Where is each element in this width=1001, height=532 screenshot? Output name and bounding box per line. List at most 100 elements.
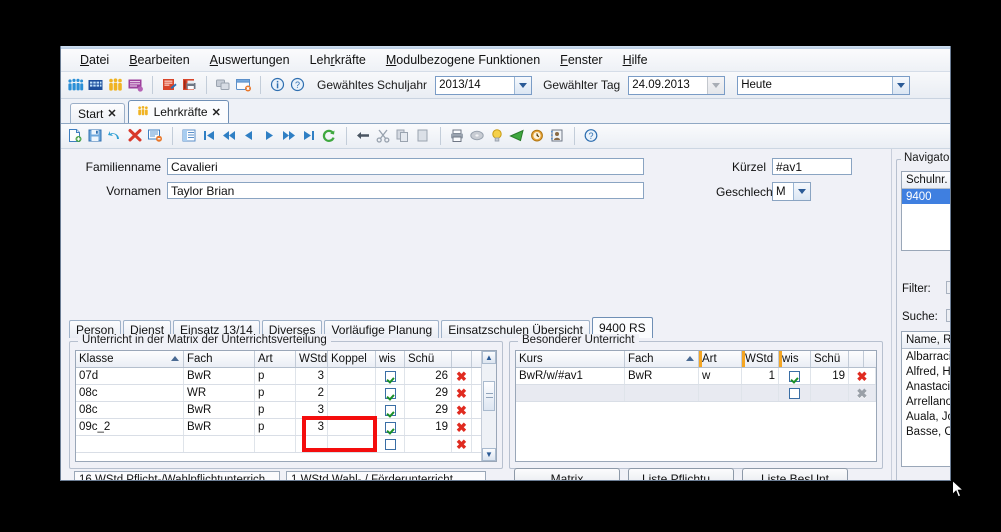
- cell-wis[interactable]: [376, 419, 405, 435]
- table-row[interactable]: 08c WR p 2 29 ✖: [76, 385, 496, 402]
- cut-icon[interactable]: [375, 128, 392, 144]
- menu-bearbeiten[interactable]: Bearbeiten: [120, 51, 198, 69]
- scroll-up-icon[interactable]: ▲: [482, 351, 496, 364]
- schulnr-row[interactable]: 9400: [902, 189, 950, 204]
- copy-icon[interactable]: [395, 128, 412, 144]
- menu-auswertungen[interactable]: Auswertungen: [201, 51, 299, 69]
- col-klasse[interactable]: Klasse: [76, 351, 184, 367]
- filter-checkbox[interactable]: [946, 281, 950, 294]
- nav-prev-icon[interactable]: [241, 128, 258, 144]
- delete-icon[interactable]: ✖: [456, 438, 467, 451]
- cell-wis[interactable]: [376, 402, 405, 418]
- hint-icon[interactable]: [489, 128, 506, 144]
- cell-delete[interactable]: ✖: [849, 385, 876, 401]
- save-icon[interactable]: [87, 128, 104, 144]
- chevron-down-icon[interactable]: [892, 76, 910, 94]
- checkbox-wis[interactable]: [789, 370, 800, 382]
- col-wstd[interactable]: WStd: [742, 351, 779, 367]
- list-item[interactable]: Basse, Carl: [902, 424, 950, 439]
- cell-delete[interactable]: ✖: [452, 436, 472, 452]
- familienname-input[interactable]: Cavalieri: [167, 158, 644, 175]
- checkbox-wis[interactable]: [384, 370, 396, 382]
- nav-prev-page-icon[interactable]: [221, 128, 238, 144]
- name-list[interactable]: Name, Rufn Albarracin, Alfred, Hes Anast…: [901, 331, 950, 467]
- checkbox-wis[interactable]: [789, 387, 800, 399]
- nav-first-icon[interactable]: [201, 128, 218, 144]
- suche-checkbox[interactable]: [946, 309, 950, 322]
- cell-delete[interactable]: ✖: [452, 368, 472, 384]
- scroll-down-icon[interactable]: ▼: [482, 448, 496, 461]
- col-schu[interactable]: Schü: [405, 351, 452, 367]
- list-item[interactable]: Auala, Jodi: [902, 409, 950, 424]
- tab-start[interactable]: Start ✕: [70, 103, 125, 123]
- nav-next-page-icon[interactable]: [281, 128, 298, 144]
- new-document-icon[interactable]: [67, 128, 84, 144]
- menu-hilfe[interactable]: Hilfe: [614, 51, 657, 69]
- col-wstd[interactable]: WStd: [296, 351, 328, 367]
- send-icon[interactable]: [509, 128, 526, 144]
- close-icon[interactable]: ✕: [212, 106, 221, 119]
- cell-wis[interactable]: [376, 368, 405, 384]
- col-fach[interactable]: Fach: [184, 351, 255, 367]
- contact-icon[interactable]: [549, 128, 566, 144]
- help-icon[interactable]: ?: [583, 128, 600, 144]
- chevron-down-icon[interactable]: [514, 76, 532, 94]
- info-icon[interactable]: [269, 77, 286, 93]
- schoolyear-combo[interactable]: 2013/14: [435, 75, 533, 95]
- delete-icon[interactable]: ✖: [456, 370, 467, 383]
- students-group-icon[interactable]: [67, 77, 84, 93]
- table-row-partial[interactable]: ✖: [76, 436, 496, 453]
- menu-lehrkraefte[interactable]: Lehrkräfte: [301, 51, 375, 69]
- tab-vorlaeufige-planung[interactable]: Vorläufige Planung: [324, 320, 440, 338]
- list-item[interactable]: Arrellano,: [902, 394, 950, 409]
- kuerzel-input[interactable]: #av1: [772, 158, 852, 175]
- cell-delete[interactable]: ✖: [452, 402, 472, 418]
- delete-icon[interactable]: ✖: [456, 421, 467, 434]
- col-wis[interactable]: wis: [779, 351, 811, 367]
- undo-icon[interactable]: [107, 128, 124, 144]
- table-row-new[interactable]: ✖: [516, 385, 876, 402]
- cell-wis[interactable]: [779, 385, 811, 401]
- print-report-icon[interactable]: [181, 77, 198, 93]
- checkbox-wis[interactable]: [384, 404, 396, 416]
- name-header[interactable]: Name, Rufn: [902, 332, 950, 349]
- cell-wis[interactable]: [376, 436, 405, 452]
- col-kurs[interactable]: Kurs: [516, 351, 625, 367]
- list-item[interactable]: Albarracin,: [902, 349, 950, 364]
- cancel-record-icon[interactable]: [147, 128, 164, 144]
- list-item[interactable]: Alfred, Hes: [902, 364, 950, 379]
- chevron-down-icon[interactable]: [793, 183, 810, 200]
- geschlecht-combo[interactable]: M: [772, 182, 811, 201]
- delete-icon[interactable]: ✖: [456, 387, 467, 400]
- cell-delete[interactable]: ✖: [849, 368, 876, 384]
- refresh-icon[interactable]: [321, 128, 338, 144]
- matrix-button[interactable]: Matrix: [514, 468, 620, 480]
- liste-pflicht-button[interactable]: Liste Pflichtu...: [628, 468, 734, 480]
- menu-modulbezogene-funktionen[interactable]: Modulbezogene Funktionen: [377, 51, 549, 69]
- tab-lehrkraefte[interactable]: Lehrkräfte ✕: [127, 100, 229, 123]
- print-icon[interactable]: [449, 128, 466, 144]
- delete-icon[interactable]: ✖: [857, 370, 868, 383]
- cell-delete[interactable]: ✖: [452, 419, 472, 435]
- checkbox-wis[interactable]: [384, 438, 396, 450]
- report-list-icon[interactable]: [161, 77, 178, 93]
- col-koppel[interactable]: Koppel: [328, 351, 376, 367]
- delete-icon[interactable]: [127, 128, 144, 144]
- table-row[interactable]: 08c BwR p 3 29 ✖: [76, 402, 496, 419]
- grid-view-icon[interactable]: [181, 128, 198, 144]
- col-schu[interactable]: Schü: [811, 351, 849, 367]
- vornamen-input[interactable]: Taylor Brian: [167, 182, 644, 199]
- col-fach[interactable]: Fach: [625, 351, 699, 367]
- cell-wis[interactable]: [779, 368, 811, 384]
- checkbox-wis[interactable]: [384, 421, 396, 433]
- clock-icon[interactable]: [529, 128, 546, 144]
- delete-icon[interactable]: ✖: [456, 404, 467, 417]
- list-item[interactable]: Anastacio,: [902, 379, 950, 394]
- schulnr-list[interactable]: Schulnr. 9400: [901, 171, 950, 251]
- menu-fenster[interactable]: Fenster: [551, 51, 611, 69]
- today-combo[interactable]: Heute: [737, 75, 911, 95]
- col-wis[interactable]: wis: [376, 351, 405, 367]
- nav-next-icon[interactable]: [261, 128, 278, 144]
- window-close-icon[interactable]: [235, 77, 252, 93]
- day-combo[interactable]: 24.09.2013: [628, 75, 726, 95]
